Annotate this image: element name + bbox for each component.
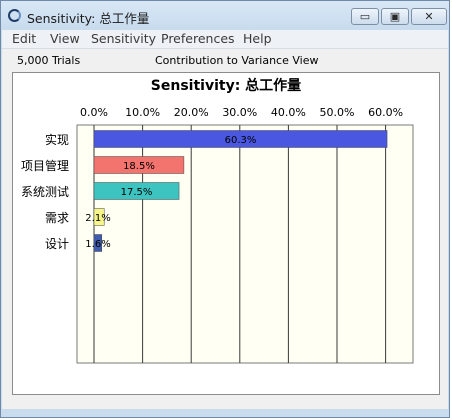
minimize-button[interactable]: ▭ — [351, 8, 379, 25]
category-label: 系统测试 — [21, 184, 69, 199]
bar-value-label: 18.5% — [123, 161, 155, 172]
x-tick-label: 0.0% — [80, 106, 108, 119]
sensitivity-chart: 0.0% 10.0% 20.0% 30.0% 40.0% 50.0% 60.0% 实现 60.3… — [21, 106, 414, 364]
maximize-button[interactable]: ▣ — [381, 8, 409, 25]
category-label: 设计 — [45, 237, 69, 251]
trials-count: 5,000 Trials — [17, 54, 81, 67]
category-label: 需求 — [45, 211, 69, 225]
bar-value-label: 17.5% — [121, 187, 153, 198]
category-label: 实现 — [45, 132, 69, 147]
menu-preferences[interactable]: Preferences — [161, 31, 235, 46]
x-tick-label: 30.0% — [222, 106, 257, 119]
window-title: Sensitivity: 总工作量 — [27, 11, 150, 26]
menu-help[interactable]: Help — [243, 31, 272, 46]
bar-value-label: 60.3% — [225, 135, 257, 146]
close-button[interactable]: ✕ — [411, 8, 447, 25]
menu-sensitivity[interactable]: Sensitivity — [91, 31, 156, 46]
x-tick-label: 50.0% — [320, 106, 355, 119]
menu-bar: Edit View Sensitivity Preferences Help — [2, 30, 448, 49]
x-tick-label: 20.0% — [174, 106, 209, 119]
x-tick-label: 60.0% — [368, 106, 403, 119]
client-area: 5,000 Trials Contribution to Variance Vi… — [2, 49, 448, 409]
view-name: Contribution to Variance View — [155, 54, 319, 67]
category-label: 项目管理 — [21, 158, 69, 173]
bar-value-label: 1.6% — [85, 239, 110, 250]
title-bar[interactable]: Sensitivity: 总工作量 ▭ ▣ ✕ — [1, 1, 449, 31]
chart-panel: Sensitivity: 总工作量 0.0% 10.0% 20.0% 30.0% 40.… — [12, 72, 440, 395]
bar-value-label: 2.1% — [85, 213, 110, 224]
x-tick-label: 40.0% — [271, 106, 306, 119]
menu-view[interactable]: View — [50, 31, 80, 46]
app-icon — [8, 9, 21, 22]
menu-edit[interactable]: Edit — [12, 31, 36, 46]
x-tick-label: 10.0% — [125, 106, 160, 119]
sensitivity-window: Sensitivity: 总工作量 ▭ ▣ ✕ Edit View Sensit… — [0, 0, 450, 418]
